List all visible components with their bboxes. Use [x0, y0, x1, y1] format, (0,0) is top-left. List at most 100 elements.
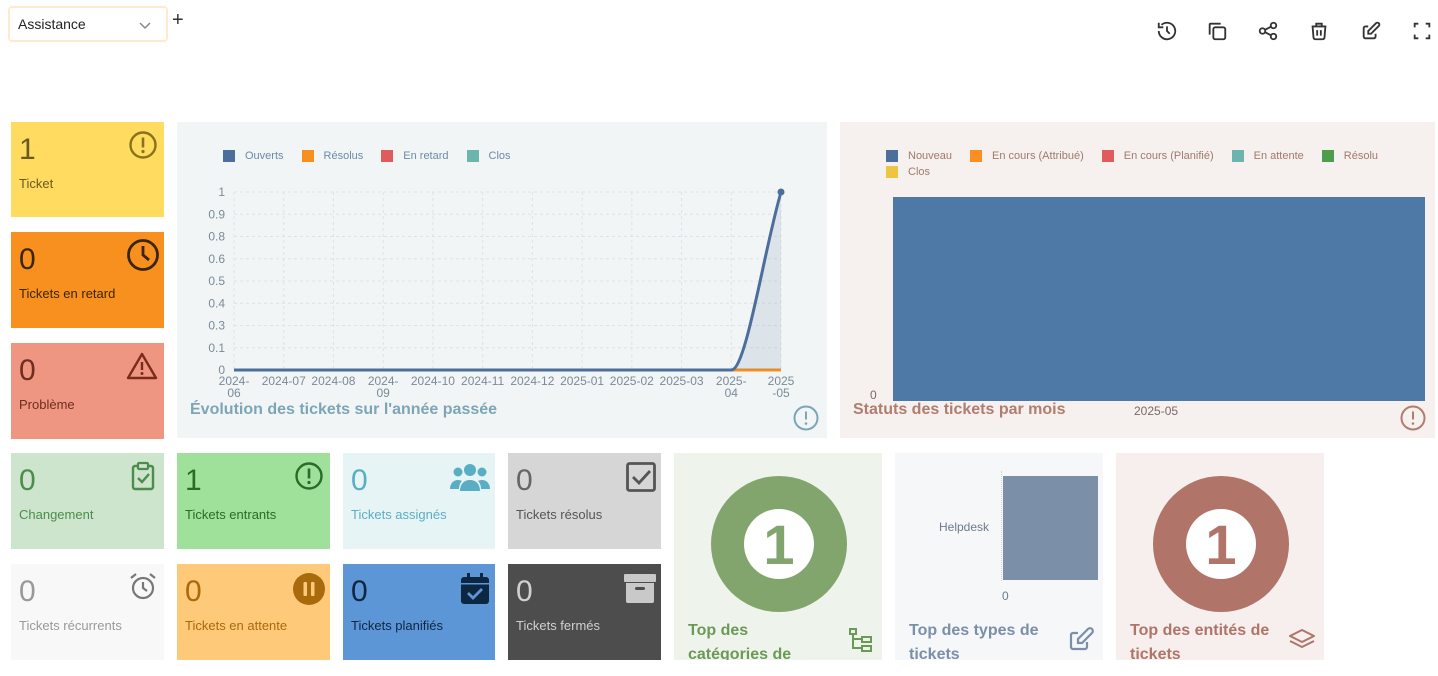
card-label: Tickets planifiés [351, 618, 443, 633]
card-label: Tickets résolus [516, 507, 603, 522]
top-entities-title-line1: Top des entités de [1130, 622, 1270, 639]
donut-value: 1 [763, 513, 794, 576]
legend-swatch [1101, 150, 1114, 162]
x-tick-label: 2024-11 [461, 374, 504, 388]
trash-icon[interactable] [1308, 20, 1332, 44]
calendar-check-icon [461, 573, 489, 604]
add-dashboard-button[interactable]: + [172, 10, 184, 30]
status-y-label: 0 [870, 388, 877, 402]
y-tick-label: 1 [218, 185, 225, 199]
x-tick-label: 06 [227, 386, 241, 400]
x-tick-label: 2025-02 [610, 374, 654, 388]
warning-triangle-icon [126, 352, 158, 380]
fullscreen-icon[interactable] [1411, 20, 1435, 44]
x-tick-label: -05 [772, 386, 790, 400]
top-categories-card[interactable]: 1 Top des catégories de [674, 453, 882, 660]
share-icon[interactable] [1257, 20, 1281, 44]
evolution-chart-card: Ouverts Résolus En retard Clos 0 0.1 0.3 0.… [177, 122, 827, 438]
edit-icon [1069, 627, 1094, 651]
x-tick-label: 2024-12 [510, 374, 554, 388]
legend-item[interactable]: Clos [886, 166, 930, 178]
status-chart-title: Statuts des tickets par mois [853, 401, 1066, 418]
y-tick-label: 0.6 [208, 252, 225, 266]
top-types-card[interactable]: Helpdesk 0 Top des types de tickets [895, 453, 1103, 660]
dashboard-root: { "toolbar": { "dashboard_select": "Assi… [0, 0, 1438, 676]
layers-icon [1289, 629, 1315, 648]
y-tick-label: 0.5 [208, 274, 225, 288]
exclamation-circle-icon [295, 462, 323, 490]
edit-icon[interactable] [1360, 20, 1384, 44]
legend-label: En cours (Planifié) [1123, 150, 1214, 162]
history-icon[interactable] [1156, 20, 1180, 44]
card-ticket[interactable]: 1 Ticket [11, 122, 164, 217]
card-label: Tickets en retard [19, 286, 116, 301]
card-closed[interactable]: 0 Tickets fermés [508, 564, 661, 660]
status-x-label: 2025-05 [1134, 404, 1179, 418]
card-problem[interactable]: 0 Problème [11, 343, 164, 439]
status-bar-nouveau[interactable] [893, 197, 1425, 401]
card-recurrent[interactable]: 0 Tickets récurrents [11, 564, 164, 660]
legend-item[interactable]: Résolu [1321, 150, 1379, 162]
info-circle-icon[interactable] [793, 405, 819, 431]
card-incoming[interactable]: 1 Tickets entrants [177, 453, 330, 549]
x-tick-label: 09 [377, 386, 391, 400]
checkbox-icon [626, 462, 656, 492]
legend-item[interactable]: En cours (Attribué) [970, 150, 1084, 162]
evolution-chart-title: Évolution des tickets sur l'année passée [190, 401, 498, 418]
x-tick-label: 2024-08 [311, 374, 355, 388]
top-types-title-line1: Top des types de [909, 622, 1039, 639]
legend-label: Nouveau [908, 150, 953, 162]
card-label: Tickets récurrents [19, 618, 122, 633]
info-circle-icon[interactable] [1400, 405, 1426, 431]
types-bar-helpdesk[interactable] [1003, 476, 1098, 580]
y-tick-label: 0.1 [208, 341, 225, 355]
alarm-clock-icon [130, 573, 156, 600]
status-chart-card: Nouveau En cours (Attribué) En cours (Pl… [840, 122, 1435, 438]
legend-label: Clos [908, 166, 931, 178]
card-label: Problème [19, 397, 75, 412]
categories-donut: 1 [711, 476, 847, 612]
chevron-down-icon [139, 22, 151, 30]
sitemap-icon [849, 628, 872, 652]
y-tick-label: 0.9 [208, 207, 225, 221]
legend-item[interactable]: En attente [1231, 150, 1304, 162]
card-solved[interactable]: 0 Tickets résolus [508, 453, 661, 549]
legend-swatch [886, 150, 898, 162]
legend-label: Résolu [1343, 150, 1379, 162]
pause-circle-icon [293, 573, 325, 605]
card-label: Ticket [19, 176, 54, 191]
card-value: 0 [19, 354, 36, 387]
legend-swatch [886, 166, 898, 178]
card-value: 0 [351, 464, 368, 497]
legend-label: En attente [1253, 150, 1304, 162]
data-point[interactable] [777, 188, 785, 196]
card-planned[interactable]: 0 Tickets planifiés [343, 564, 495, 660]
legend-swatch [1321, 150, 1334, 162]
card-value: 0 [516, 464, 533, 497]
legend-swatch [1231, 150, 1244, 162]
y-tick-label: 0.8 [208, 230, 225, 244]
legend-item[interactable]: En cours (Planifié) [1101, 150, 1214, 162]
top-entities-card[interactable]: 1 Top des entités de tickets [1116, 453, 1324, 660]
card-value: 0 [19, 243, 36, 276]
clone-icon[interactable] [1206, 20, 1230, 44]
card-waiting[interactable]: 0 Tickets en attente [177, 564, 330, 660]
x-tick-label: 2025-03 [660, 374, 704, 388]
legend-label: En cours (Attribué) [992, 150, 1084, 162]
card-label: Tickets fermés [516, 618, 601, 633]
legend-item[interactable]: Nouveau [886, 150, 952, 162]
y-tick-label: 0.3 [208, 319, 225, 333]
types-axis-line [1001, 471, 1002, 581]
card-assigned[interactable]: 0 Tickets assignés [343, 453, 495, 549]
card-label: Tickets assignés [351, 507, 447, 522]
x-tick-label: 2024-10 [411, 374, 455, 388]
card-value: 0 [516, 575, 533, 608]
card-late[interactable]: 0 Tickets en retard [11, 232, 164, 328]
evolution-chart: 00.10.30.40.50.60.80.912024-062024-07 202… [208, 185, 794, 400]
card-change[interactable]: 0 Changement [11, 453, 164, 549]
archive-box-icon [624, 574, 656, 603]
entities-donut: 1 [1153, 476, 1289, 612]
dashboard-select[interactable]: Assistance [8, 6, 168, 42]
status-legend: Nouveau En cours (Attribué) En cours (Pl… [886, 150, 1406, 178]
dashboard-select-value: Assistance [18, 16, 86, 32]
